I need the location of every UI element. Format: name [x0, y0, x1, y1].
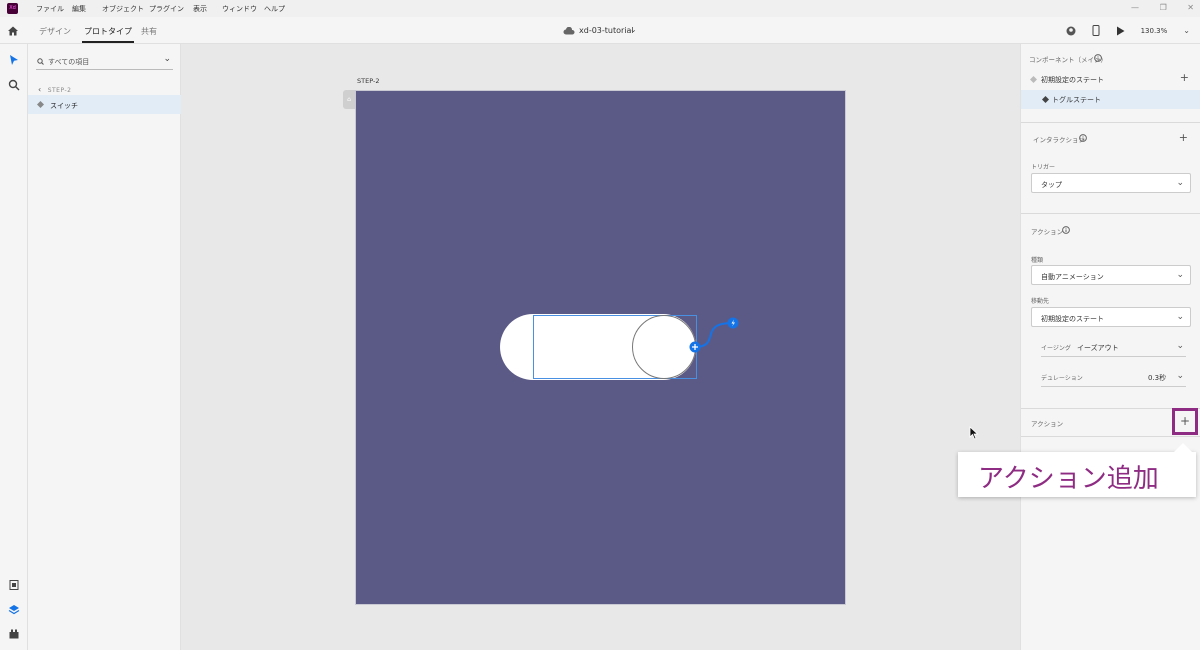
chevron-down-icon[interactable]: ⌄ — [630, 25, 637, 34]
chevron-down-icon: ⌄ — [1176, 178, 1184, 188]
breadcrumb-label: STEP-2 — [47, 87, 72, 94]
switch-knob[interactable] — [632, 315, 696, 379]
duration-label: デュレーション — [1041, 375, 1083, 382]
menu-window[interactable]: ウィンドウ — [222, 4, 257, 14]
trigger-label: トリガー — [1031, 164, 1056, 171]
device-preview-icon[interactable] — [1092, 25, 1100, 36]
document-assets-icon[interactable] — [8, 579, 20, 591]
layer-item-switch[interactable]: スイッチ — [28, 95, 181, 114]
toolbar-right: 130.3% ⌄ — [1066, 25, 1190, 36]
home-icon[interactable] — [7, 25, 19, 37]
user-icon[interactable] — [1066, 26, 1076, 36]
tab-design[interactable]: デザイン — [39, 26, 71, 37]
state-label: 初期設定のステート — [1041, 76, 1104, 84]
type-dropdown[interactable]: 自動アニメーション ⌄ — [1031, 265, 1191, 285]
layers-panel: すべての項目 ⌄ ‹ STEP-2 スイッチ — [28, 44, 181, 650]
back-chevron-icon[interactable]: ‹ — [38, 85, 42, 94]
state-label: トグルステート — [1052, 96, 1101, 104]
component-diamond-icon — [37, 101, 44, 108]
search-placeholder: すべての項目 — [48, 58, 90, 66]
callout-text: アクション追加 — [978, 464, 1159, 494]
divider — [1021, 436, 1200, 437]
interaction-wire[interactable] — [689, 316, 741, 354]
add-state-icon[interactable]: + — [1180, 71, 1189, 84]
trigger-dropdown[interactable]: タップ ⌄ — [1031, 173, 1191, 193]
layers-icon[interactable] — [8, 604, 20, 616]
search-icon — [37, 58, 44, 65]
easing-value: イーズアウト — [1077, 344, 1119, 352]
chevron-down-icon: ⌄ — [1176, 312, 1184, 322]
minimize-icon[interactable]: — — [1131, 3, 1139, 12]
menu-help[interactable]: ヘルプ — [264, 4, 285, 14]
easing-label: イージング — [1041, 345, 1071, 352]
chevron-down-icon[interactable]: ⌄ — [163, 54, 171, 64]
add-action-button[interactable]: + — [1172, 408, 1198, 435]
chevron-down-icon: ⌄ — [1176, 371, 1184, 381]
info-icon[interactable] — [1079, 134, 1087, 142]
search-input[interactable]: すべての項目 ⌄ — [36, 54, 173, 70]
menu-view[interactable]: 表示 — [193, 4, 207, 14]
menu-plugins[interactable]: プラグイン — [149, 4, 184, 14]
type-label: 種類 — [1031, 257, 1044, 264]
destination-label: 移動先 — [1031, 298, 1050, 305]
close-icon[interactable]: ✕ — [1187, 3, 1194, 12]
artboard-label[interactable]: STEP-2 — [357, 77, 379, 85]
action2-heading: アクション — [1031, 420, 1064, 428]
chevron-down-icon: ⌄ — [1176, 270, 1184, 280]
duration-value: 0.3秒 — [1148, 374, 1167, 382]
property-inspector: コンポーネント（メイン） 初期設定のステート + トグルステート インタラクショ… — [1020, 44, 1200, 650]
state-item-default[interactable]: 初期設定のステート + — [1021, 70, 1200, 89]
menu-bar: Xd ファイル 編集 オブジェクト プラグイン 表示 ウィンドウ ヘルプ — ❐… — [0, 0, 1200, 17]
interaction-heading: インタラクション — [1033, 136, 1085, 144]
document-title[interactable]: xd-03-tutorial — [579, 26, 634, 35]
trigger-value: タップ — [1041, 181, 1062, 189]
type-value: 自動アニメーション — [1041, 273, 1104, 281]
toolbar: デザイン プロトタイプ 共有 xd-03-tutorial ⌄ 130.3% ⌄ — [0, 17, 1200, 44]
tab-share[interactable]: 共有 — [141, 26, 157, 37]
tool-rail — [0, 44, 28, 650]
canvas[interactable]: STEP-2 ⌂ — [181, 44, 1020, 650]
destination-dropdown[interactable]: 初期設定のステート ⌄ — [1031, 307, 1191, 327]
select-tool-icon[interactable] — [8, 54, 20, 66]
destination-value: 初期設定のステート — [1041, 315, 1104, 323]
state-item-toggle[interactable]: トグルステート — [1021, 90, 1200, 109]
info-icon[interactable] — [1062, 226, 1070, 234]
callout-annotation: アクション追加 — [958, 443, 1196, 497]
duration-select[interactable]: デュレーション 0.3秒 ⌄ — [1041, 369, 1186, 387]
zoom-chevron-icon[interactable]: ⌄ — [1183, 26, 1190, 35]
zoom-level[interactable]: 130.3% — [1141, 27, 1168, 35]
xd-logo-icon: Xd — [7, 3, 18, 14]
add-interaction-icon[interactable]: + — [1179, 131, 1188, 144]
breadcrumb[interactable]: ‹ STEP-2 — [38, 85, 71, 94]
chevron-down-icon: ⌄ — [1176, 341, 1184, 351]
divider — [1021, 213, 1200, 214]
home-artboard-icon[interactable]: ⌂ — [343, 90, 355, 109]
cloud-icon — [563, 27, 575, 35]
divider — [1021, 122, 1200, 123]
layer-label: スイッチ — [50, 102, 78, 110]
action-heading: アクション — [1031, 228, 1064, 236]
state-diamond-icon — [1042, 96, 1049, 103]
restore-icon[interactable]: ❐ — [1160, 3, 1167, 12]
state-diamond-icon — [1030, 76, 1037, 83]
play-icon[interactable] — [1116, 26, 1125, 36]
menu-edit[interactable]: 編集 — [72, 4, 86, 14]
menu-file[interactable]: ファイル — [36, 4, 64, 14]
tab-prototype[interactable]: プロトタイプ — [82, 26, 134, 43]
info-icon[interactable] — [1094, 54, 1102, 62]
mouse-cursor-icon — [969, 426, 979, 440]
window-controls: — ❐ ✕ — [1113, 3, 1194, 12]
plugins-icon[interactable] — [8, 628, 20, 640]
menu-object[interactable]: オブジェクト — [102, 4, 144, 14]
easing-select[interactable]: イージング イーズアウト ⌄ — [1041, 339, 1186, 357]
search-icon[interactable] — [8, 79, 20, 91]
